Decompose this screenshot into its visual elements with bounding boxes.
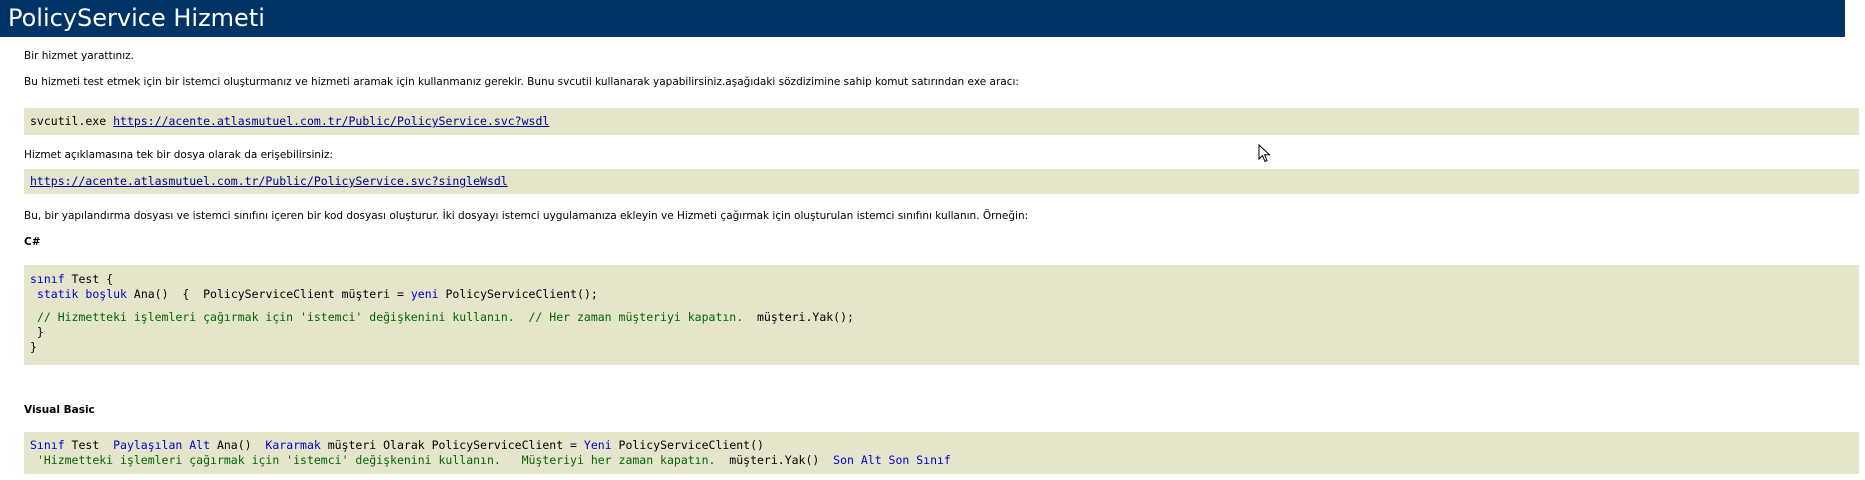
csharp-line-5: } bbox=[30, 340, 37, 354]
vb-code-text: müşteri Olarak PolicyServiceClient = bbox=[320, 438, 584, 452]
csharp-keyword: sınıf bbox=[30, 272, 65, 286]
csharp-line-2: statik boşluk Ana() { PolicyServiceClien… bbox=[30, 287, 1859, 302]
single-wsdl-link[interactable]: https://acente.atlasmutuel.com.tr/Public… bbox=[30, 174, 508, 188]
mouse-cursor-icon bbox=[1258, 144, 1271, 163]
vb-keyword: Son Alt Son Sınıf bbox=[833, 453, 951, 467]
vb-code-text: müşteri.Yak() bbox=[715, 453, 834, 467]
vb-comment: 'Hizmetteki işlemleri çağırmak için 'ist… bbox=[36, 453, 716, 467]
csharp-code-text: PolicyServiceClient(); bbox=[438, 287, 598, 301]
single-file-label: Hizmet açıklamasına tek bir dosya olarak… bbox=[24, 149, 334, 161]
csharp-line-3: // Hizmetteki işlemleri çağırmak için 'i… bbox=[30, 310, 1859, 325]
svcutil-code-box: svcutil.exe https://acente.atlasmutuel.c… bbox=[24, 108, 1859, 135]
csharp-keyword: boşluk bbox=[85, 287, 127, 301]
csharp-code-text: Ana() { PolicyServiceClient müşteri = bbox=[126, 287, 411, 301]
vb-code-text: Ana() bbox=[210, 438, 266, 452]
csharp-code-box: sınıf Test { statik boşluk Ana() { Polic… bbox=[24, 265, 1859, 365]
vb-keyword: Paylaşılan Alt bbox=[113, 438, 211, 452]
csharp-blank-line bbox=[30, 302, 1859, 310]
vb-heading: Visual Basic bbox=[24, 404, 95, 416]
csharp-line-1: sınıf Test { bbox=[30, 272, 1859, 287]
intro-created-text: Bir hizmet yarattınız. bbox=[24, 50, 134, 62]
vb-code-text: PolicyServiceClient() bbox=[611, 438, 764, 452]
csharp-line-4: } bbox=[30, 325, 44, 339]
explanation-text: Bu, bir yapılandırma dosyası ve istemci … bbox=[24, 210, 1029, 222]
vb-keyword: Sınıf bbox=[30, 438, 65, 452]
svcutil-command: svcutil.exe bbox=[30, 114, 107, 128]
csharp-comment: // Hizmetteki işlemleri çağırmak için 'i… bbox=[36, 310, 744, 324]
intro-instructions-text: Bu hizmeti test etmek için bir istemci o… bbox=[24, 76, 1019, 88]
vb-code-box: Sınıf Test Paylaşılan Alt Ana() Kararmak… bbox=[24, 432, 1859, 474]
csharp-code-text: Test { bbox=[64, 272, 114, 286]
csharp-keyword: yeni bbox=[410, 287, 439, 301]
csharp-code-text: müşteri.Yak(); bbox=[743, 310, 854, 324]
vb-keyword: Kararmak bbox=[265, 438, 321, 452]
vb-line-1: Sınıf Test Paylaşılan Alt Ana() Kararmak… bbox=[30, 438, 1859, 453]
page-title: PolicyService Hizmeti bbox=[0, 0, 1845, 37]
single-wsdl-code-box: https://acente.atlasmutuel.com.tr/Public… bbox=[24, 169, 1859, 194]
csharp-keyword: statik bbox=[36, 287, 79, 301]
vb-keyword: Yeni bbox=[583, 438, 612, 452]
vb-code-text: Test bbox=[64, 438, 114, 452]
wsdl-link[interactable]: https://acente.atlasmutuel.com.tr/Public… bbox=[113, 114, 549, 128]
csharp-heading: C# bbox=[24, 236, 41, 248]
vb-line-2: 'Hizmetteki işlemleri çağırmak için 'ist… bbox=[30, 453, 1859, 468]
